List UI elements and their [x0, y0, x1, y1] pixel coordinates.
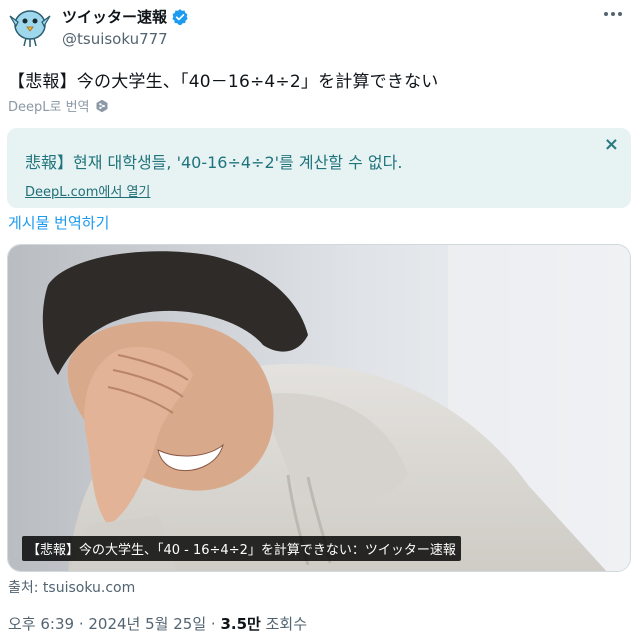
tweet-date[interactable]: 2024년 5월 25일 — [88, 615, 206, 633]
tweet-header: ツイッター速報 @tsuisoku777 — [0, 0, 640, 56]
tweet-meta: 오후 6:39 · 2024년 5월 25일 · 3.5만 조회수 — [8, 613, 307, 634]
handle[interactable]: @tsuisoku777 — [62, 30, 168, 48]
views-label: 조회수 — [265, 615, 307, 633]
display-name[interactable]: ツイッター速報 — [62, 6, 167, 27]
photo-illustration — [8, 245, 630, 571]
tweet-text: 【悲報】今の大学生、「40－16÷4÷2」を計算できない — [8, 72, 439, 92]
deepl-label-text[interactable]: DeepL로 번역 — [8, 96, 90, 115]
open-deepl-link[interactable]: DeepL.com에서 열기 — [25, 181, 150, 200]
views-count: 3.5만 — [220, 615, 261, 633]
verified-badge-icon — [172, 8, 188, 25]
close-icon[interactable]: × — [604, 134, 619, 155]
translation-panel: 悲報】현재 대학생들, '40-16÷4÷2'를 계산할 수 없다. DeepL… — [7, 128, 631, 208]
translate-post-link[interactable]: 게시물 번역하기 — [8, 212, 109, 233]
avatar[interactable] — [8, 4, 52, 48]
media-caption: 【悲報】今の大学生、「40 - 16÷4÷2」を計算できない：ツイッター速報 — [22, 536, 461, 561]
tweet-time[interactable]: 오후 6:39 — [8, 615, 74, 633]
bird-avatar-icon — [9, 10, 51, 47]
deepl-icon — [96, 99, 108, 112]
deepl-label[interactable]: DeepL로 번역 — [8, 96, 109, 115]
meta-separator: · — [206, 615, 221, 633]
more-icon[interactable] — [604, 12, 622, 16]
meta-separator: · — [74, 615, 89, 633]
media-image[interactable]: 【悲報】今の大学生、「40 - 16÷4÷2」を計算できない：ツイッター速報 — [7, 244, 631, 572]
source-link[interactable]: 출처: tsuisoku.com — [8, 577, 135, 597]
translation-text: 悲報】현재 대학생들, '40-16÷4÷2'를 계산할 수 없다. — [25, 153, 403, 172]
